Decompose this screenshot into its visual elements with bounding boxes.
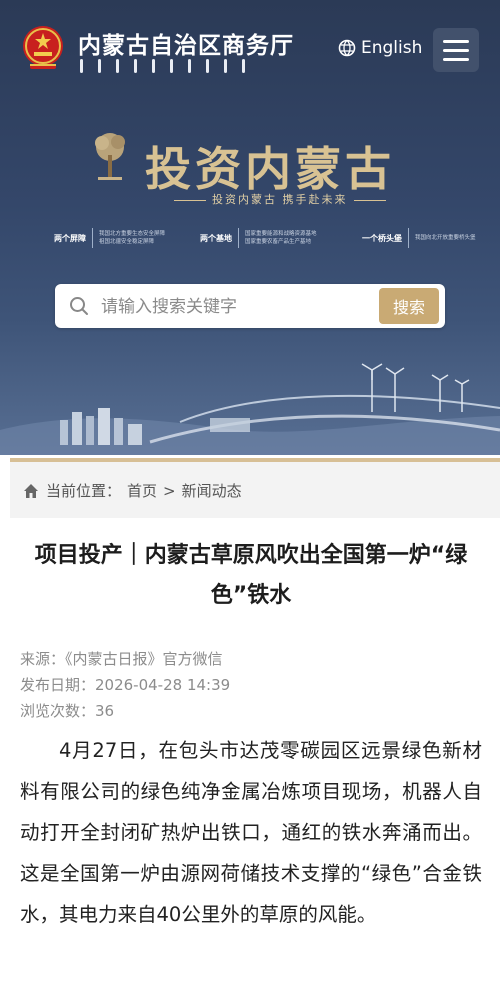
language-switch[interactable]: English [338,38,422,58]
tree-icon [95,133,125,180]
hamburger-icon [443,39,469,43]
national-emblem-icon [23,26,63,69]
hero-banner: 内蒙古自治区商务厅 English 投资内蒙古 投资内蒙古 携手赴未来 两个屏障… [0,0,500,455]
pillar-name: 两个屏障 [54,233,86,243]
pillar-barriers: 两个屏障 我国北方重要生态安全屏障 祖国北疆安全稳定屏障 [54,228,165,248]
home-icon [24,483,38,498]
article-title: 项目投产｜内蒙古草原风吹出全国第一炉“绿色”铁水 [34,543,468,608]
article-views: 浏览次数：36 [20,702,115,720]
article-source: 来源：《内蒙古日报》官方微信 [20,650,223,668]
pillar-bases: 两个基地 国家重要能源和战略资源基地 国家重要农畜产品生产基地 [200,228,317,248]
pillar-bridgehead: 一个桥头堡 我国向北开放重要桥头堡 [362,228,476,248]
breadcrumb-separator: > [163,481,176,500]
pillar-desc: 国家重要能源和战略资源基地 国家重要农畜产品生产基地 [245,231,317,245]
invest-logo: 投资内蒙古 投资内蒙古 携手赴未来 [90,125,420,215]
search-input[interactable] [99,292,373,322]
invest-slogan: 投资内蒙古 携手赴未来 [168,191,392,207]
globe-icon [338,39,356,57]
search-box: 搜索 [55,284,445,328]
article-meta: 来源：《内蒙古日报》官方微信 发布日期：2026-04-28 14:39 浏览次… [20,646,230,724]
pillar-desc: 我国向北开放重要桥头堡 [415,235,476,241]
search-icon [70,297,88,315]
pillar-name: 两个基地 [200,233,232,243]
article-body: 4月27日，在包头市达茂零碳园区远景绿色新材料有限公司的绿色纯净金属冶炼项目现场… [20,739,482,926]
pillar-desc: 我国北方重要生态安全屏障 祖国北疆安全稳定屏障 [99,231,166,245]
breadcrumb: 当前位置： 首页 > 新闻动态 [10,458,500,518]
top-bar: 内蒙古自治区商务厅 English [0,0,500,100]
breadcrumb-current[interactable]: 新闻动态 [182,480,242,501]
menu-button[interactable] [433,28,479,72]
invest-title: 投资内蒙古 [145,142,395,196]
search-button[interactable]: 搜索 [379,288,439,324]
breadcrumb-home-link[interactable]: 首页 [127,480,157,501]
mongolian-script-subtitle [80,58,280,73]
site-title[interactable]: 内蒙古自治区商务厅 [78,26,294,60]
city-skyline-illustration [0,363,500,455]
language-label: English [361,38,423,58]
pillar-name: 一个桥头堡 [362,233,402,243]
breadcrumb-prefix: 当前位置： [46,482,122,500]
article-date: 发布日期：2026-04-28 14:39 [20,676,231,694]
pillars-row: 两个屏障 我国北方重要生态安全屏障 祖国北疆安全稳定屏障 两个基地 国家重要能源和… [0,228,500,256]
